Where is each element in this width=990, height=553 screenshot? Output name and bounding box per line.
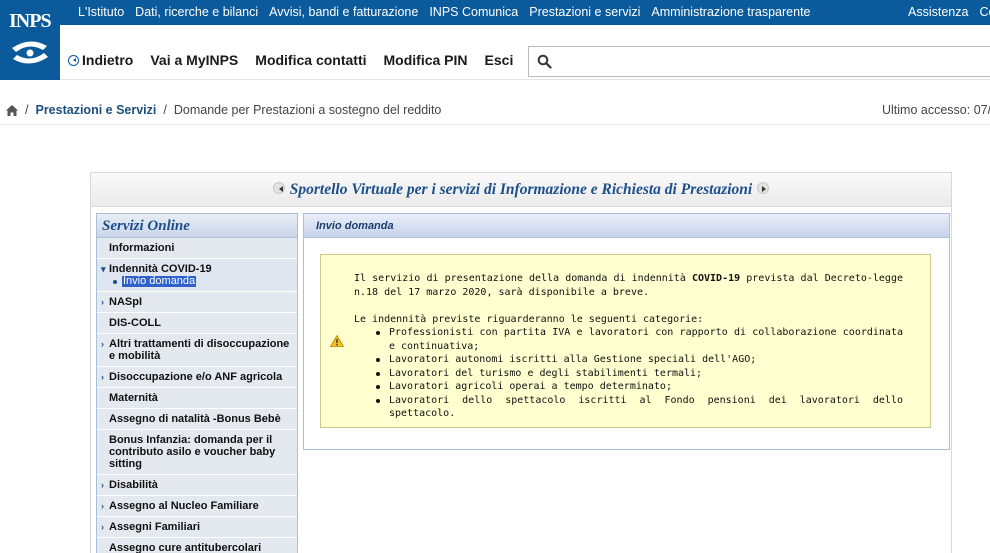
- sportello-container: Sportello Virtuale per i servizi di Info…: [90, 172, 952, 553]
- breadcrumb: / Prestazioni e Servizi / Domande per Pr…: [6, 103, 441, 117]
- edit-pin-link[interactable]: Modifica PIN: [384, 52, 468, 68]
- menu-item-label: DIS-COLL: [109, 317, 161, 329]
- top-nav-trasparente[interactable]: Amministrazione trasparente: [651, 5, 810, 19]
- chevron-right-icon: ›: [101, 522, 104, 532]
- top-nav-comunica[interactable]: INPS Comunica: [429, 5, 518, 19]
- menu-item-label: Assegno di natalità -Bonus Bebè: [109, 413, 281, 425]
- top-nav-prestazioni[interactable]: Prestazioni e servizi: [529, 5, 640, 19]
- home-icon[interactable]: [6, 104, 18, 116]
- menu-item-label: Informazioni: [109, 242, 175, 254]
- menu-item-label: Assegno al Nucleo Familiare: [109, 500, 259, 512]
- menu-item-label: Assegni Familiari: [109, 521, 201, 533]
- notice-intro: Il servizio di presentazione della doman…: [354, 272, 903, 299]
- categories-list: Professionisti con partita IVA e lavorat…: [354, 326, 903, 421]
- menu-item-nucleo-familiare[interactable]: › Assegno al Nucleo Familiare: [97, 496, 297, 517]
- breadcrumb-separator: /: [25, 103, 29, 117]
- menu-item-assegni-familiari[interactable]: › Assegni Familiari: [97, 517, 297, 538]
- notice-list-intro: Le indennità previste riguarderanno le s…: [354, 313, 704, 325]
- menu-item-dis-coll[interactable]: DIS-COLL: [97, 313, 297, 334]
- menu-item-naspi[interactable]: › NASpI: [97, 292, 297, 313]
- list-item: Professionisti con partita IVA e lavorat…: [376, 327, 903, 352]
- top-right-nav: Assistenza Co: [908, 5, 990, 19]
- menu-item-cure-antitubercolari[interactable]: Assegno cure antitubercolari: [97, 538, 297, 553]
- menu-item-maternita[interactable]: Maternità: [97, 388, 297, 409]
- menu-item-covid[interactable]: ▾ Indennità COVID-19 Invio domanda: [97, 259, 297, 292]
- menu-item-bonus-infanzia[interactable]: Bonus Infanzia: domanda per il contribut…: [97, 430, 297, 475]
- sportello-header: Sportello Virtuale per i servizi di Info…: [91, 173, 951, 207]
- top-nav-contatti[interactable]: Co: [979, 5, 990, 19]
- menu-title: Servizi Online: [97, 214, 297, 238]
- logo-text: INPS: [9, 10, 52, 32]
- chevron-right-icon[interactable]: [757, 182, 770, 194]
- logo-swirl-icon: [12, 41, 48, 64]
- menu-item-label: Indennità COVID-19: [109, 263, 212, 275]
- warning-icon: [330, 335, 344, 347]
- menu-item-label: Disabilità: [109, 479, 158, 491]
- main-nav-bar: Indietro Vai a MyINPS Modifica contatti …: [60, 25, 990, 80]
- myinps-link[interactable]: Vai a MyINPS: [150, 52, 238, 68]
- breadcrumb-current: Domande per Prestazioni a sostegno del r…: [173, 103, 442, 117]
- sportello-title-row: Sportello Virtuale per i servizi di Info…: [91, 181, 951, 199]
- notice-intro-pre: Il servizio di presentazione della doman…: [354, 273, 692, 284]
- logout-link[interactable]: Esci: [485, 52, 514, 68]
- last-access: Ultimo accesso: 07/0: [882, 103, 990, 117]
- notice-box: Il servizio di presentazione della doman…: [320, 254, 931, 428]
- back-link[interactable]: Indietro: [68, 52, 133, 68]
- menu-item-disabilita[interactable]: › Disabilità: [97, 475, 297, 496]
- chevron-down-icon: ▾: [101, 264, 106, 274]
- breadcrumb-separator: /: [163, 103, 167, 117]
- list-item: Lavoratori agricoli operai a tempo deter…: [376, 380, 903, 394]
- menu-item-label: Altri trattamenti di disoccupazione e mo…: [109, 338, 290, 362]
- panel-title: Invio domanda: [304, 214, 949, 238]
- sportello-title: Sportello Virtuale per i servizi di Info…: [289, 181, 753, 198]
- menu-item-label: NASpI: [109, 296, 142, 308]
- menu-item-disoccupazione-agricola[interactable]: › Disoccupazione e/o ANF agricola: [97, 367, 297, 388]
- chevron-right-icon: ›: [101, 372, 104, 382]
- menu-item-informazioni[interactable]: Informazioni: [97, 238, 297, 259]
- top-bar: L'Istituto Dati, ricerche e bilanci Avvi…: [0, 0, 990, 25]
- breadcrumb-prestazioni[interactable]: Prestazioni e Servizi: [35, 103, 156, 117]
- menu-item-label: Disoccupazione e/o ANF agricola: [109, 371, 283, 383]
- search-input[interactable]: [528, 46, 990, 77]
- divider: [0, 124, 990, 125]
- list-item: Lavoratori dello spettacolo iscritti al …: [376, 394, 903, 419]
- top-nav-assistenza[interactable]: Assistenza: [908, 5, 968, 19]
- back-label: Indietro: [82, 52, 134, 68]
- top-nav: L'Istituto Dati, ricerche e bilanci Avvi…: [78, 5, 811, 19]
- notice-intro-bold: COVID-19: [691, 273, 741, 284]
- content-panel: Invio domanda Il servizio di presentazio…: [303, 213, 950, 450]
- menu-item-label: Bonus Infanzia: domanda per il contribut…: [109, 434, 276, 470]
- menu-item-label: Maternità: [109, 392, 158, 404]
- list-item: Lavoratori autonomi iscritti alla Gestio…: [376, 353, 903, 367]
- notice-text: Il servizio di presentazione della doman…: [354, 272, 903, 421]
- search-icon[interactable]: [537, 54, 552, 69]
- chevron-right-icon: ›: [101, 480, 104, 490]
- bullet-icon: [113, 279, 117, 284]
- list-item: Lavoratori del turismo e degli stabilime…: [376, 367, 903, 381]
- top-nav-istituto[interactable]: L'Istituto: [78, 5, 124, 19]
- chevron-right-icon: ›: [101, 297, 104, 307]
- top-nav-dati[interactable]: Dati, ricerche e bilanci: [135, 5, 258, 19]
- submenu-item-invio-domanda[interactable]: Invio domanda: [109, 276, 291, 287]
- inps-logo[interactable]: INPS: [0, 0, 60, 80]
- chevron-left-icon[interactable]: [272, 182, 285, 194]
- submenu-item-label: Invio domanda: [122, 275, 197, 287]
- services-menu: Servizi Online Informazioni ▾ Indennità …: [96, 213, 298, 553]
- menu-item-altri-trattamenti[interactable]: › Altri trattamenti di disoccupazione e m…: [97, 334, 297, 367]
- menu-item-bonus-bebe[interactable]: Assegno di natalità -Bonus Bebè: [97, 409, 297, 430]
- chevron-right-icon: ›: [101, 501, 104, 511]
- back-arrow-icon: [68, 54, 79, 66]
- top-nav-avvisi[interactable]: Avvisi, bandi e fatturazione: [269, 5, 418, 19]
- menu-item-label: Assegno cure antitubercolari: [109, 542, 262, 553]
- edit-contacts-link[interactable]: Modifica contatti: [255, 52, 366, 68]
- chevron-right-icon: ›: [101, 339, 104, 349]
- page: L'Istituto Dati, ricerche e bilanci Avvi…: [0, 0, 990, 553]
- main-nav: Indietro Vai a MyINPS Modifica contatti …: [68, 52, 513, 68]
